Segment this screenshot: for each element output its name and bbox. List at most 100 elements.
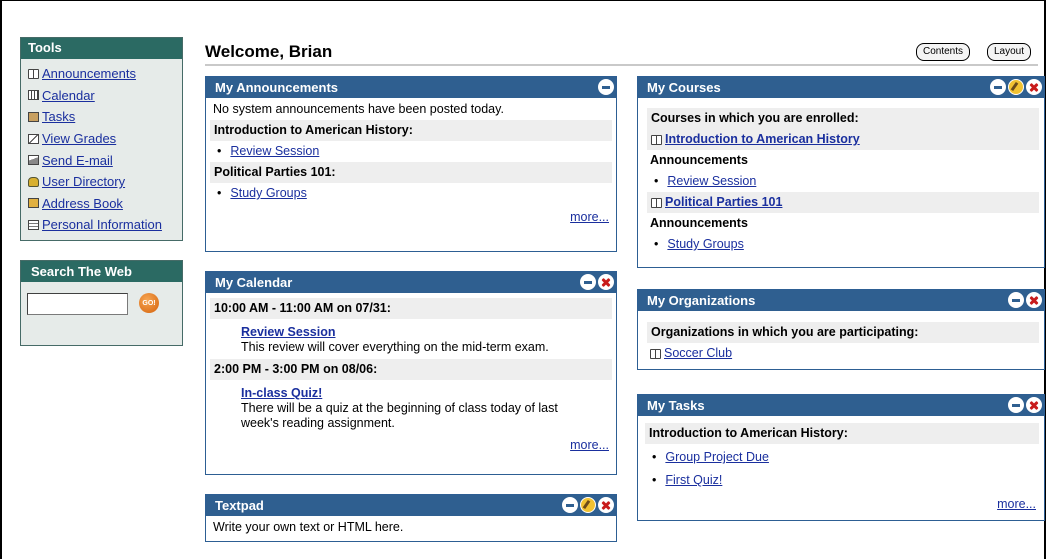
go-button-label: GO!: [142, 299, 156, 307]
book-icon: [28, 68, 39, 79]
tool-personal-information[interactable]: Personal Information: [21, 214, 182, 236]
book-icon: [651, 134, 662, 145]
calendar-header: My Calendar: [206, 272, 616, 293]
edit-icon[interactable]: [580, 497, 596, 513]
welcome-title: Welcome, Brian: [205, 42, 333, 61]
calendar-title: My Calendar: [215, 275, 293, 290]
calendar-event-description: There will be a quiz at the beginning of…: [241, 401, 558, 430]
tool-calendar-label[interactable]: Calendar: [42, 88, 95, 103]
organizations-title: My Organizations: [647, 293, 756, 308]
announcement-course-heading: Introduction to American History:: [210, 120, 612, 141]
course-link-political-parties[interactable]: Political Parties 101: [665, 192, 782, 213]
textpad-title: Textpad: [215, 498, 264, 513]
contents-button[interactable]: Contents: [916, 43, 971, 61]
announcement-course-heading: Political Parties 101:: [210, 162, 612, 183]
tools-title: Tools: [21, 38, 182, 59]
calendar-event-time: 2:00 PM - 3:00 PM on 08/06:: [210, 359, 612, 380]
tasks-icon: [28, 111, 39, 122]
tool-announcements[interactable]: Announcements: [21, 63, 182, 85]
tasks-more-link[interactable]: more...: [997, 497, 1036, 511]
task-link-group-project[interactable]: Group Project Due: [665, 450, 769, 464]
course-link-study-groups[interactable]: Study Groups: [667, 237, 743, 251]
organization-link-soccer-club[interactable]: Soccer Club: [664, 343, 732, 364]
calendar-event-description: This review will cover everything on the…: [241, 340, 549, 354]
organizations-module: My Organizations Organizations in which …: [637, 289, 1045, 370]
courses-header: My Courses: [638, 77, 1044, 98]
personal-info-icon: [28, 219, 39, 230]
tool-announcements-label[interactable]: Announcements: [42, 66, 136, 81]
tool-tasks-label[interactable]: Tasks: [42, 109, 75, 124]
minimize-icon[interactable]: [990, 79, 1006, 95]
textpad-text: Write your own text or HTML here.: [213, 520, 404, 534]
go-button[interactable]: GO!: [139, 293, 159, 313]
header-divider: [205, 64, 1038, 66]
task-link-first-quiz[interactable]: First Quiz!: [665, 473, 722, 487]
calendar-more-link[interactable]: more...: [570, 438, 609, 452]
system-announcements-text: No system announcements have been posted…: [213, 102, 504, 116]
tasks-title: My Tasks: [647, 398, 705, 413]
announcements-module: My Announcements No system announcements…: [205, 76, 617, 252]
search-input[interactable]: [27, 293, 128, 315]
minimize-icon[interactable]: [580, 274, 596, 290]
course-announcements-label: Announcements: [650, 153, 748, 167]
announcements-header: My Announcements: [206, 77, 616, 98]
tool-view-grades-label[interactable]: View Grades: [42, 131, 116, 146]
email-icon: [28, 155, 39, 166]
calendar-module: My Calendar 10:00 AM - 11:00 AM on 07/31…: [205, 271, 617, 475]
task-list-item: Group Project Due: [648, 447, 1036, 468]
textpad-module: Textpad Write your own text or HTML here…: [205, 494, 617, 542]
tool-calendar[interactable]: Calendar: [21, 85, 182, 107]
calendar-icon: [28, 90, 39, 101]
tool-personal-information-label[interactable]: Personal Information: [42, 217, 162, 232]
course-row: Introduction to American History: [647, 129, 1039, 150]
tool-send-email[interactable]: Send E-mail: [21, 149, 182, 171]
tool-user-directory[interactable]: User Directory: [21, 171, 182, 193]
minimize-icon[interactable]: [1008, 397, 1024, 413]
tool-tasks[interactable]: Tasks: [21, 106, 182, 128]
tool-address-book[interactable]: Address Book: [21, 193, 182, 215]
announcement-list-item: Review Session: [213, 141, 609, 162]
calendar-event-link-quiz[interactable]: In-class Quiz!: [241, 386, 322, 400]
course-row: Political Parties 101: [647, 192, 1039, 213]
close-icon[interactable]: [1026, 397, 1042, 413]
courses-module: My Courses Courses in which you are enro…: [637, 76, 1045, 268]
minimize-icon[interactable]: [1008, 292, 1024, 308]
address-book-icon: [28, 198, 39, 209]
minimize-icon[interactable]: [562, 497, 578, 513]
tool-user-directory-label[interactable]: User Directory: [42, 174, 125, 189]
organizations-subtitle: Organizations in which you are participa…: [647, 322, 1039, 343]
close-icon[interactable]: [1026, 79, 1042, 95]
search-web-title: Search The Web: [21, 261, 182, 282]
tasks-module: My Tasks Introduction to American Histor…: [637, 394, 1045, 521]
close-icon[interactable]: [1026, 292, 1042, 308]
course-link-american-history[interactable]: Introduction to American History: [665, 129, 860, 150]
announcements-more-link[interactable]: more...: [570, 210, 609, 224]
search-web-panel: Search The Web GO!: [20, 260, 183, 346]
organization-row: Soccer Club: [650, 343, 1036, 364]
announcement-link-study-groups[interactable]: Study Groups: [230, 186, 306, 200]
close-icon[interactable]: [598, 497, 614, 513]
course-announcement-item: Study Groups: [650, 234, 1036, 255]
book-icon: [650, 348, 661, 359]
organizations-header: My Organizations: [638, 290, 1044, 311]
task-list-item: First Quiz!: [648, 470, 1036, 491]
course-link-review-session[interactable]: Review Session: [667, 174, 756, 188]
announcements-title: My Announcements: [215, 80, 339, 95]
tool-view-grades[interactable]: View Grades: [21, 128, 182, 150]
layout-button[interactable]: Layout: [987, 43, 1032, 61]
calendar-event-link-review-session[interactable]: Review Session: [241, 325, 336, 339]
minimize-icon[interactable]: [598, 79, 614, 95]
user-directory-icon: [28, 176, 39, 187]
grades-icon: [28, 133, 39, 144]
announcement-link-review-session[interactable]: Review Session: [230, 144, 319, 158]
tasks-course-heading: Introduction to American History:: [645, 423, 1039, 444]
tools-panel: Tools Announcements Calendar Tasks View …: [20, 37, 183, 241]
tool-send-email-label[interactable]: Send E-mail: [42, 153, 113, 168]
close-icon[interactable]: [598, 274, 614, 290]
book-icon: [651, 197, 662, 208]
course-announcements-label: Announcements: [650, 216, 748, 230]
tool-address-book-label[interactable]: Address Book: [42, 196, 123, 211]
edit-icon[interactable]: [1008, 79, 1024, 95]
textpad-header: Textpad: [206, 495, 616, 516]
calendar-event-time: 10:00 AM - 11:00 AM on 07/31:: [210, 298, 612, 319]
